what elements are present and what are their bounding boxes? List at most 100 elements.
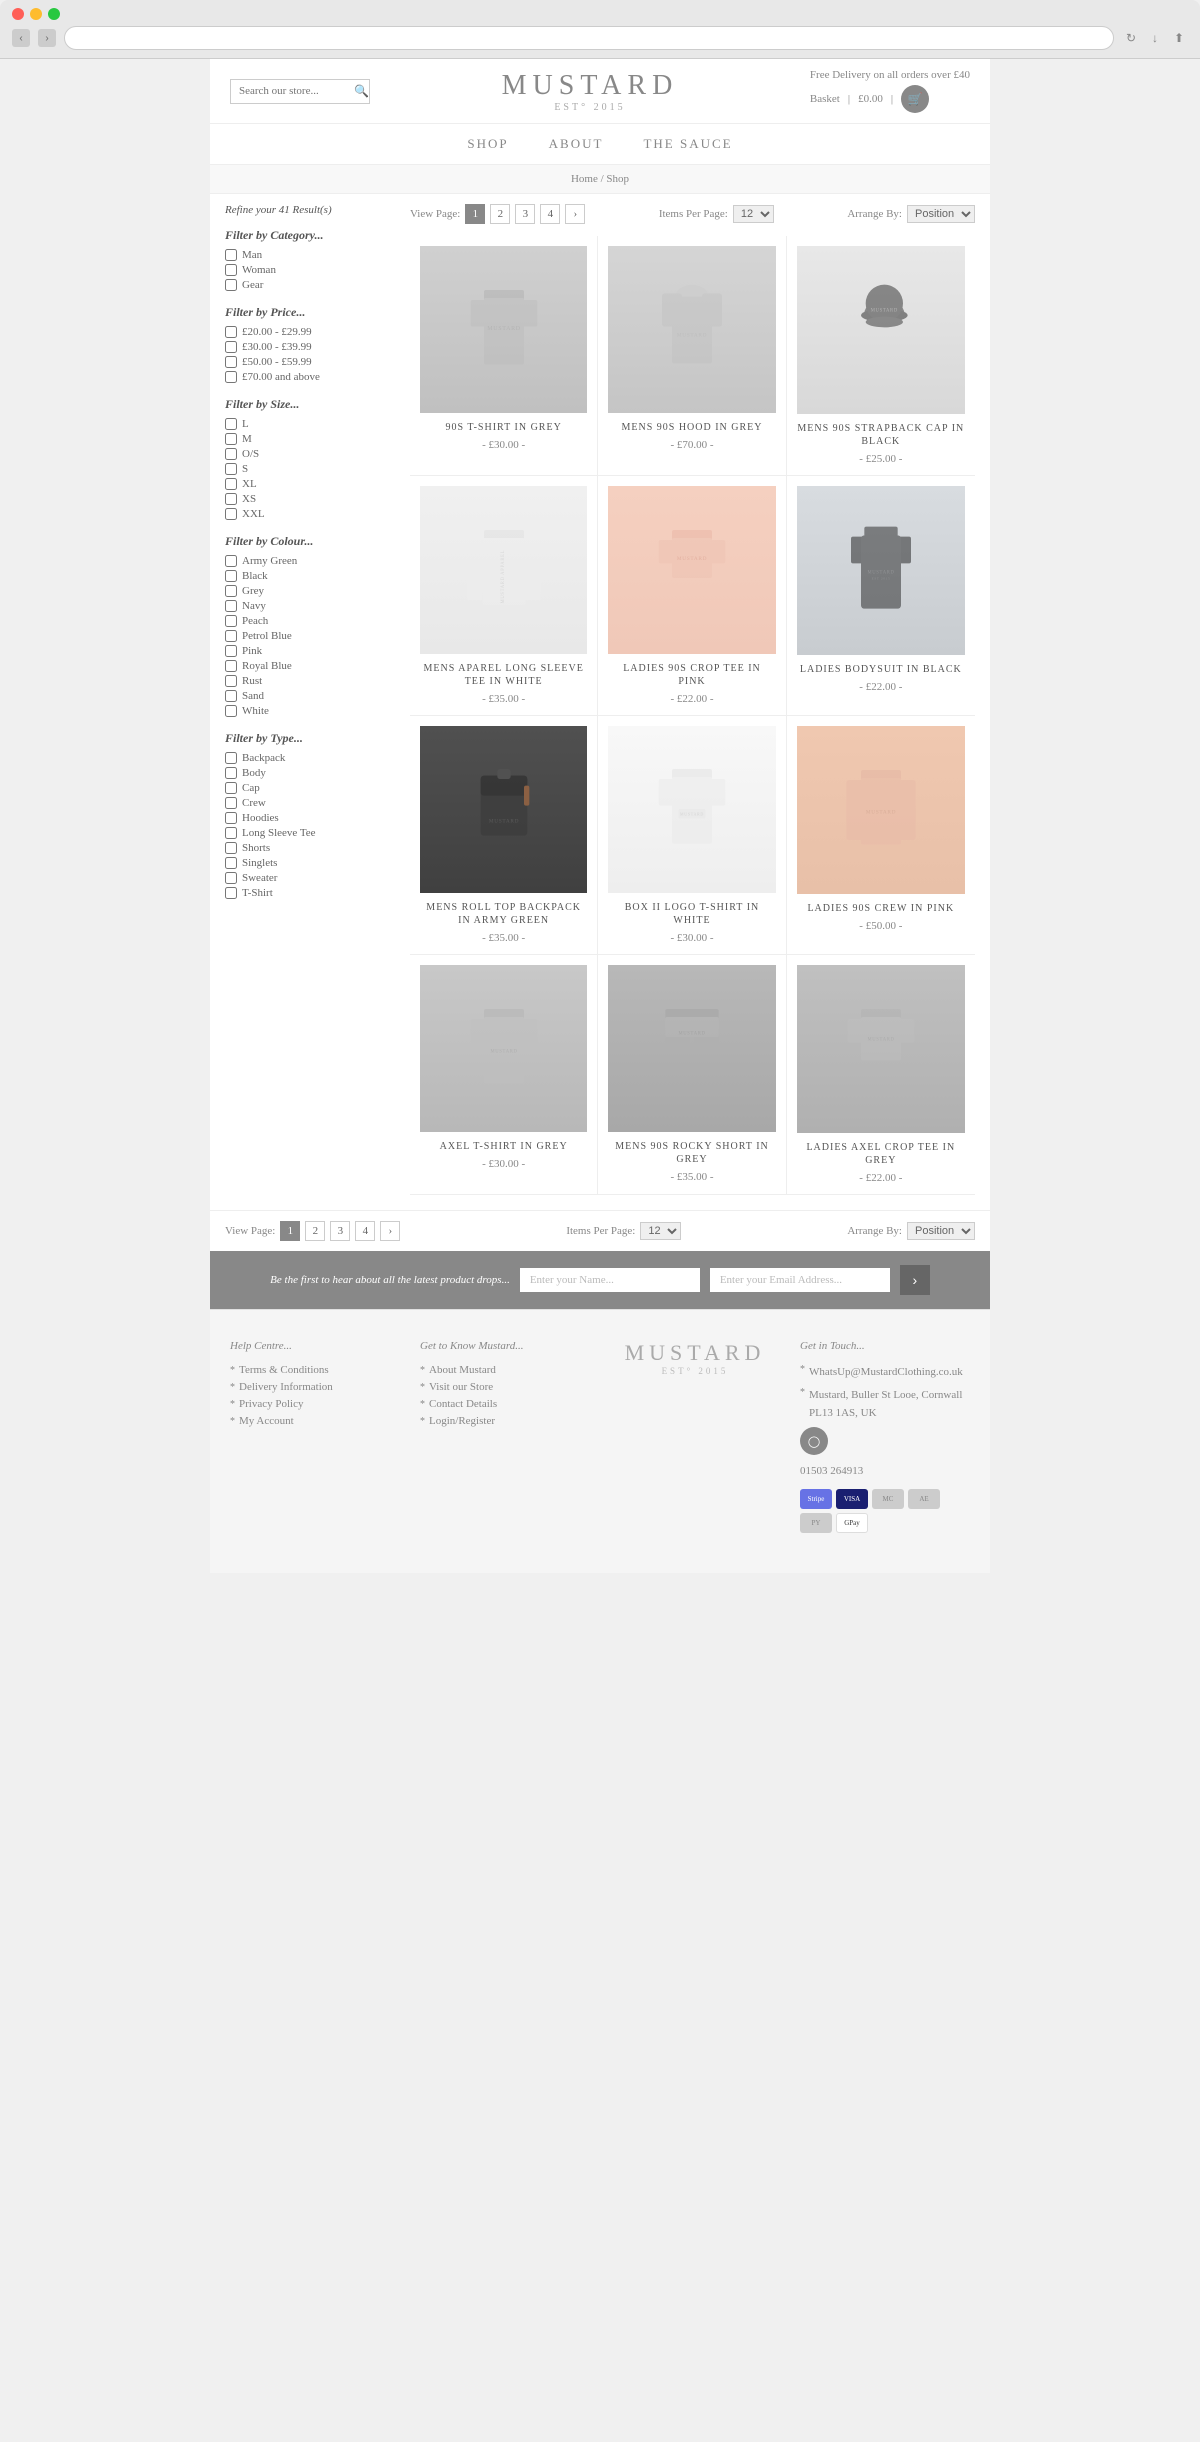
page-btn-next[interactable]: › [565,204,585,224]
arrange-by-select[interactable]: Position Name Price [907,205,975,223]
filter-price-0[interactable]: £20.00 - £29.99 [225,326,395,338]
filter-hoodies-checkbox[interactable] [225,812,237,824]
filter-price-0-checkbox[interactable] [225,326,237,338]
filter-navy[interactable]: Navy [225,600,395,612]
filter-grey-checkbox[interactable] [225,585,237,597]
search-input[interactable] [239,85,354,97]
product-7[interactable]: MUSTARD BOX II LOGO T-SHIRT IN WHITE - £… [598,716,786,955]
footer-link-account[interactable]: * My Account [230,1415,400,1427]
product-4[interactable]: MUSTARD LADIES 90S CROP TEE IN PINK - £2… [598,476,786,715]
filter-woman[interactable]: Woman [225,264,395,276]
reload-icon[interactable]: ↻ [1122,29,1140,47]
filter-hoodies[interactable]: Hoodies [225,812,395,824]
filter-size-XXL-checkbox[interactable] [225,508,237,520]
filter-size-XS[interactable]: XS [225,493,395,505]
filter-black-checkbox[interactable] [225,570,237,582]
filter-white-checkbox[interactable] [225,705,237,717]
filter-petrol-blue[interactable]: Petrol Blue [225,630,395,642]
filter-size-M[interactable]: M [225,433,395,445]
breadcrumb-home[interactable]: Home [571,173,598,185]
product-2[interactable]: MUSTARD MENS 90S STRAPBACK CAP IN BLACK … [787,236,975,476]
filter-gear-checkbox[interactable] [225,279,237,291]
footer-link-contact-text[interactable]: Contact Details [429,1398,497,1410]
filter-army-green[interactable]: Army Green [225,555,395,567]
bottom-per-page-select[interactable]: 12 24 48 [640,1222,681,1240]
filter-black[interactable]: Black [225,570,395,582]
filter-pink-checkbox[interactable] [225,645,237,657]
filter-size-S[interactable]: S [225,463,395,475]
footer-link-privacy[interactable]: * Privacy Policy [230,1398,400,1410]
footer-link-delivery-text[interactable]: Delivery Information [239,1381,333,1393]
basket-link[interactable]: Basket [810,93,840,105]
footer-link-account-text[interactable]: My Account [239,1415,294,1427]
filter-man[interactable]: Man [225,249,395,261]
product-10[interactable]: MUSTARD MENS 90S ROCKY SHORT IN GREY - £… [598,955,786,1195]
filter-backpack[interactable]: Backpack [225,752,395,764]
bottom-page-btn-next[interactable]: › [380,1221,400,1241]
filter-army-green-checkbox[interactable] [225,555,237,567]
page-btn-4[interactable]: 4 [540,204,560,224]
filter-singlets-checkbox[interactable] [225,857,237,869]
url-bar[interactable] [64,26,1114,50]
product-1[interactable]: MUSTARD MENS 90S HOOD IN GREY - £70.00 - [598,236,786,476]
search-box[interactable]: 🔍 [230,79,370,104]
filter-tshirt-checkbox[interactable] [225,887,237,899]
footer-link-about[interactable]: * About Mustard [420,1364,590,1376]
per-page-select[interactable]: 12 24 48 [733,205,774,223]
nav-sauce[interactable]: THE SAUCE [643,136,732,152]
filter-size-L[interactable]: L [225,418,395,430]
filter-gear[interactable]: Gear [225,279,395,291]
product-9[interactable]: MUSTARD AXEL T-SHIRT IN GREY - £30.00 - [410,955,598,1195]
footer-link-store[interactable]: * Visit our Store [420,1381,590,1393]
share-icon[interactable]: ⬆ [1170,29,1188,47]
product-11[interactable]: MUSTARD LADIES AXEL CROP TEE IN GREY - £… [787,955,975,1195]
product-5[interactable]: MUSTARD EST 2015 LADIES BODYSUIT IN BLAC… [787,476,975,715]
footer-link-login[interactable]: * Login/Register [420,1415,590,1427]
filter-man-checkbox[interactable] [225,249,237,261]
back-button[interactable]: ‹ [12,29,30,47]
filter-size-XL[interactable]: XL [225,478,395,490]
filter-royal-blue-checkbox[interactable] [225,660,237,672]
filter-size-XXL[interactable]: XXL [225,508,395,520]
filter-size-OS[interactable]: O/S [225,448,395,460]
filter-rust-checkbox[interactable] [225,675,237,687]
bottom-page-btn-3[interactable]: 3 [330,1221,350,1241]
filter-white[interactable]: White [225,705,395,717]
filter-royal-blue[interactable]: Royal Blue [225,660,395,672]
filter-long-sleeve-checkbox[interactable] [225,827,237,839]
footer-instagram-icon[interactable]: ◯ [800,1427,828,1455]
nav-about[interactable]: ABOUT [549,136,604,152]
filter-rust[interactable]: Rust [225,675,395,687]
filter-body-checkbox[interactable] [225,767,237,779]
bottom-page-btn-2[interactable]: 2 [305,1221,325,1241]
newsletter-name-input[interactable] [520,1268,700,1292]
filter-size-S-checkbox[interactable] [225,463,237,475]
filter-price-2[interactable]: £50.00 - £59.99 [225,356,395,368]
page-btn-1[interactable]: 1 [465,204,485,224]
footer-link-contact[interactable]: * Contact Details [420,1398,590,1410]
basket-icon[interactable]: 🛒 [901,85,929,113]
page-btn-3[interactable]: 3 [515,204,535,224]
product-8[interactable]: MUSTARD LADIES 90S CREW IN PINK - £50.00… [787,716,975,955]
filter-shorts-checkbox[interactable] [225,842,237,854]
filter-pink[interactable]: Pink [225,645,395,657]
footer-link-store-text[interactable]: Visit our Store [429,1381,493,1393]
filter-woman-checkbox[interactable] [225,264,237,276]
filter-price-3[interactable]: £70.00 and above [225,371,395,383]
close-dot[interactable] [12,8,24,20]
filter-peach-checkbox[interactable] [225,615,237,627]
filter-peach[interactable]: Peach [225,615,395,627]
footer-link-login-text[interactable]: Login/Register [429,1415,495,1427]
filter-price-3-checkbox[interactable] [225,371,237,383]
filter-shorts[interactable]: Shorts [225,842,395,854]
footer-link-terms-text[interactable]: Terms & Conditions [239,1364,329,1376]
filter-cap-checkbox[interactable] [225,782,237,794]
newsletter-email-input[interactable] [710,1268,890,1292]
footer-link-about-text[interactable]: About Mustard [429,1364,496,1376]
filter-size-XL-checkbox[interactable] [225,478,237,490]
download-icon[interactable]: ↓ [1146,29,1164,47]
footer-link-delivery[interactable]: * Delivery Information [230,1381,400,1393]
filter-sweater-checkbox[interactable] [225,872,237,884]
filter-crew[interactable]: Crew [225,797,395,809]
filter-price-1[interactable]: £30.00 - £39.99 [225,341,395,353]
